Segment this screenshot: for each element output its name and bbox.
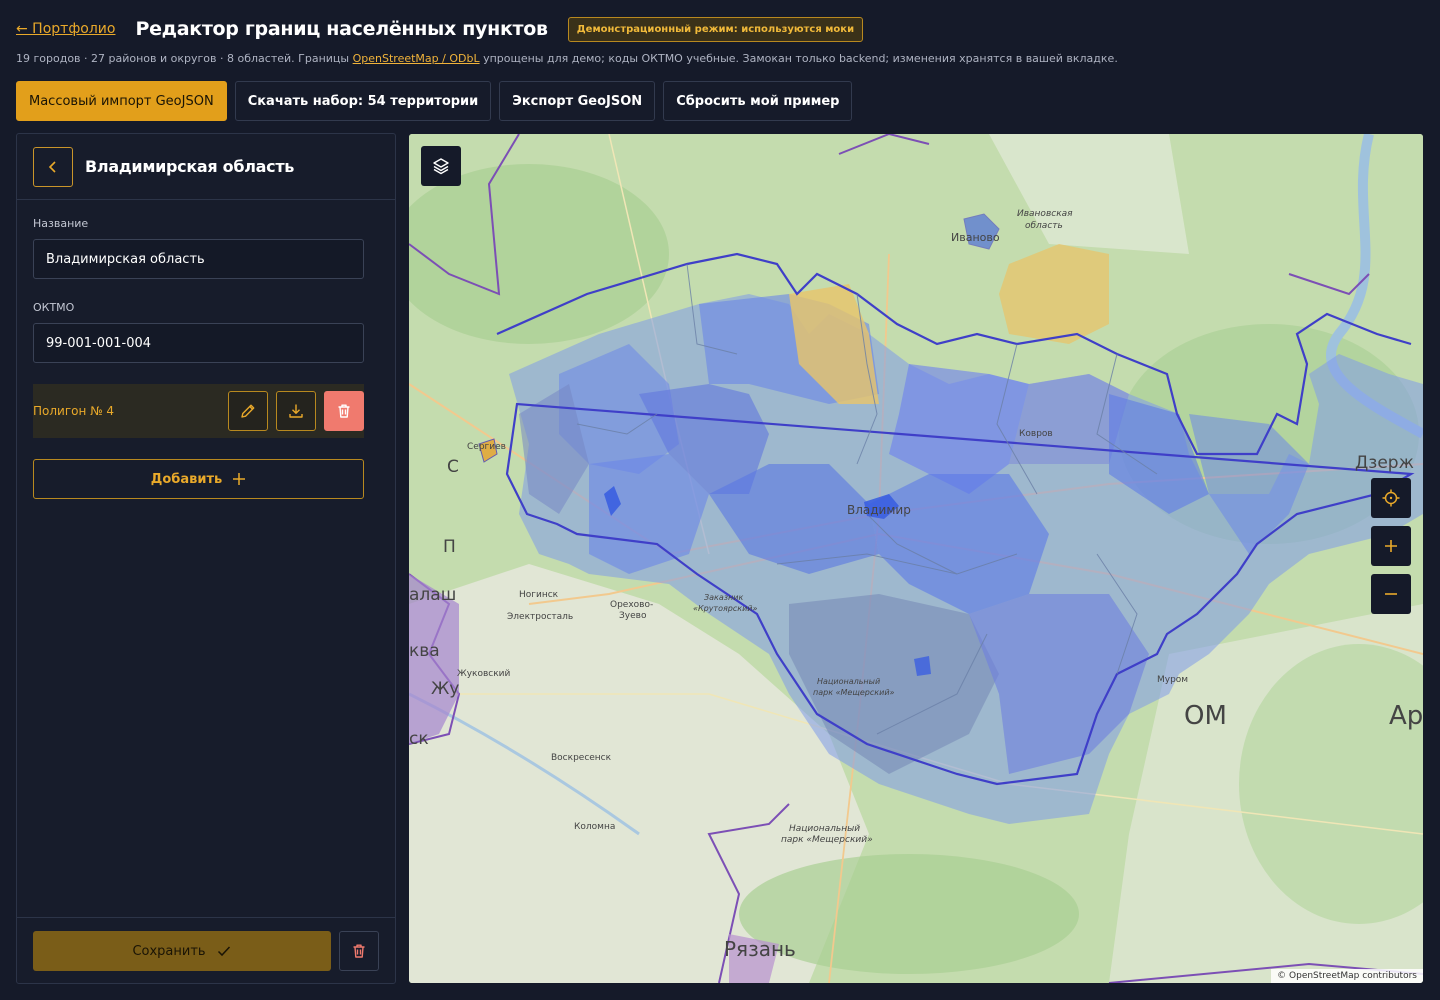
polygon-label: Полигон № 4	[33, 404, 115, 418]
page-title: Редактор границ населённых пунктов	[135, 18, 548, 40]
trash-icon	[338, 404, 350, 418]
layers-button[interactable]	[421, 146, 461, 186]
basemap: Иваново Ивановская область Ковров Владим…	[409, 134, 1423, 983]
back-to-portfolio-link[interactable]: ← Портфолио	[16, 21, 115, 37]
demo-mode-badge: Демонстрационный режим: используются мок…	[567, 16, 864, 42]
chevron-left-icon	[48, 160, 56, 173]
map-label-zhukovsky: Жуковский	[457, 669, 511, 679]
map-label-park-a-2: парк «Мещерский»	[813, 688, 895, 697]
edit-polygon-button[interactable]	[228, 391, 268, 431]
sidebar-footer: Сохранить	[17, 917, 395, 983]
page-subtitle: 19 городов · 27 районов и округов · 8 об…	[16, 52, 1118, 65]
sidebar-header: Владимирская область	[17, 134, 395, 200]
map-label-edge-zhu: Жу	[431, 679, 459, 699]
oktmo-label: ОКТМО	[33, 301, 75, 314]
map-label-edge-p: П	[443, 537, 456, 557]
map-label-park-b-2: парк «Мещерский»	[781, 835, 873, 845]
toolbar: Массовый импорт GeoJSON Скачать набор: 5…	[16, 81, 853, 121]
delete-territory-button[interactable]	[339, 931, 379, 971]
sidebar-back-button[interactable]	[33, 146, 73, 187]
crosshair-icon	[1382, 489, 1400, 507]
map-view[interactable]: Иваново Ивановская область Ковров Владим…	[409, 134, 1423, 983]
map-label-ivanovo: Иваново	[951, 231, 1000, 244]
map-attribution[interactable]: © OpenStreetMap contributors	[1271, 969, 1423, 983]
subtitle-text-tail: упрощены для демо; коды ОКТМО учебные. З…	[479, 52, 1118, 65]
plus-icon	[1385, 540, 1397, 552]
add-label: Добавить	[150, 471, 223, 487]
download-icon	[289, 404, 303, 418]
bulk-import-button[interactable]: Массовый импорт GeoJSON	[16, 81, 227, 121]
plus-icon	[233, 473, 246, 485]
name-input[interactable]: Владимирская область	[33, 239, 364, 279]
layers-icon	[433, 158, 449, 175]
map-label-park-a: Национальный	[817, 677, 880, 686]
map-label-edge-kva: ква	[409, 641, 440, 661]
osm-link[interactable]: OpenStreetMap / ODbL	[353, 52, 480, 65]
polygon-row: Полигон № 4	[33, 384, 364, 438]
map-label-murom: Муром	[1157, 675, 1188, 685]
add-polygon-button[interactable]: Добавить	[33, 459, 364, 499]
download-polygon-button[interactable]	[276, 391, 316, 431]
pencil-icon	[241, 404, 255, 418]
map-label-kolomna: Коломна	[574, 822, 615, 832]
map-label-edge-ar: Ар	[1389, 701, 1423, 731]
download-set-button[interactable]: Скачать набор: 54 территории	[234, 81, 492, 121]
map-label-zakaznik-2: «Крутоярский»	[693, 604, 758, 613]
locate-button[interactable]	[1371, 478, 1411, 518]
header: ← Портфолио Редактор границ населённых п…	[16, 14, 864, 44]
oktmo-input[interactable]: 99-001-001-004	[33, 323, 364, 363]
export-geojson-button[interactable]: Экспорт GeoJSON	[499, 81, 656, 121]
map-label-vladimir: Владимир	[847, 503, 911, 517]
minus-icon	[1385, 593, 1397, 595]
sidebar-title: Владимирская область	[85, 157, 295, 176]
editor-sidebar: Владимирская область Название Владимирск…	[16, 133, 396, 984]
map-label-edge-balash: алаш	[409, 585, 456, 605]
check-icon	[217, 946, 230, 957]
map-label-edge-sk: ск	[409, 729, 429, 749]
map-label-ivanovo-oblast: Ивановская	[1017, 209, 1073, 219]
map-label-edge-om: ОМ	[1184, 701, 1227, 731]
map-label-edge-s: С	[447, 457, 459, 477]
map-label-noginsk: Ногинск	[519, 590, 559, 600]
subtitle-text: 19 городов · 27 районов и округов · 8 об…	[16, 52, 353, 65]
zoom-out-button[interactable]	[1371, 574, 1411, 614]
zoom-in-button[interactable]	[1371, 526, 1411, 566]
map-label-ivanovo-oblast-2: область	[1025, 221, 1063, 231]
reset-example-button[interactable]: Сбросить мой пример	[663, 81, 853, 121]
delete-polygon-button[interactable]	[324, 391, 364, 431]
map-label-kovrov: Ковров	[1019, 429, 1053, 439]
save-label: Сохранить	[132, 943, 206, 959]
name-label: Название	[33, 217, 89, 230]
map-label-ryazan: Рязань	[724, 937, 796, 961]
map-label-dzerzhinsk: Дзерж	[1355, 453, 1414, 473]
save-button[interactable]: Сохранить	[33, 931, 331, 971]
map-label-orekhovo: Орехово-	[610, 600, 653, 610]
map-label-zakaznik: Заказник	[704, 593, 743, 602]
map-label-orekhovo-2: Зуево	[619, 611, 647, 621]
trash-icon	[353, 944, 365, 958]
map-label-park-b: Национальный	[789, 824, 860, 834]
map-label-elektrostal: Электросталь	[507, 612, 573, 622]
map-label-sergiev: Сергиев	[467, 442, 506, 452]
map-label-voskresensk: Воскресенск	[551, 753, 612, 763]
